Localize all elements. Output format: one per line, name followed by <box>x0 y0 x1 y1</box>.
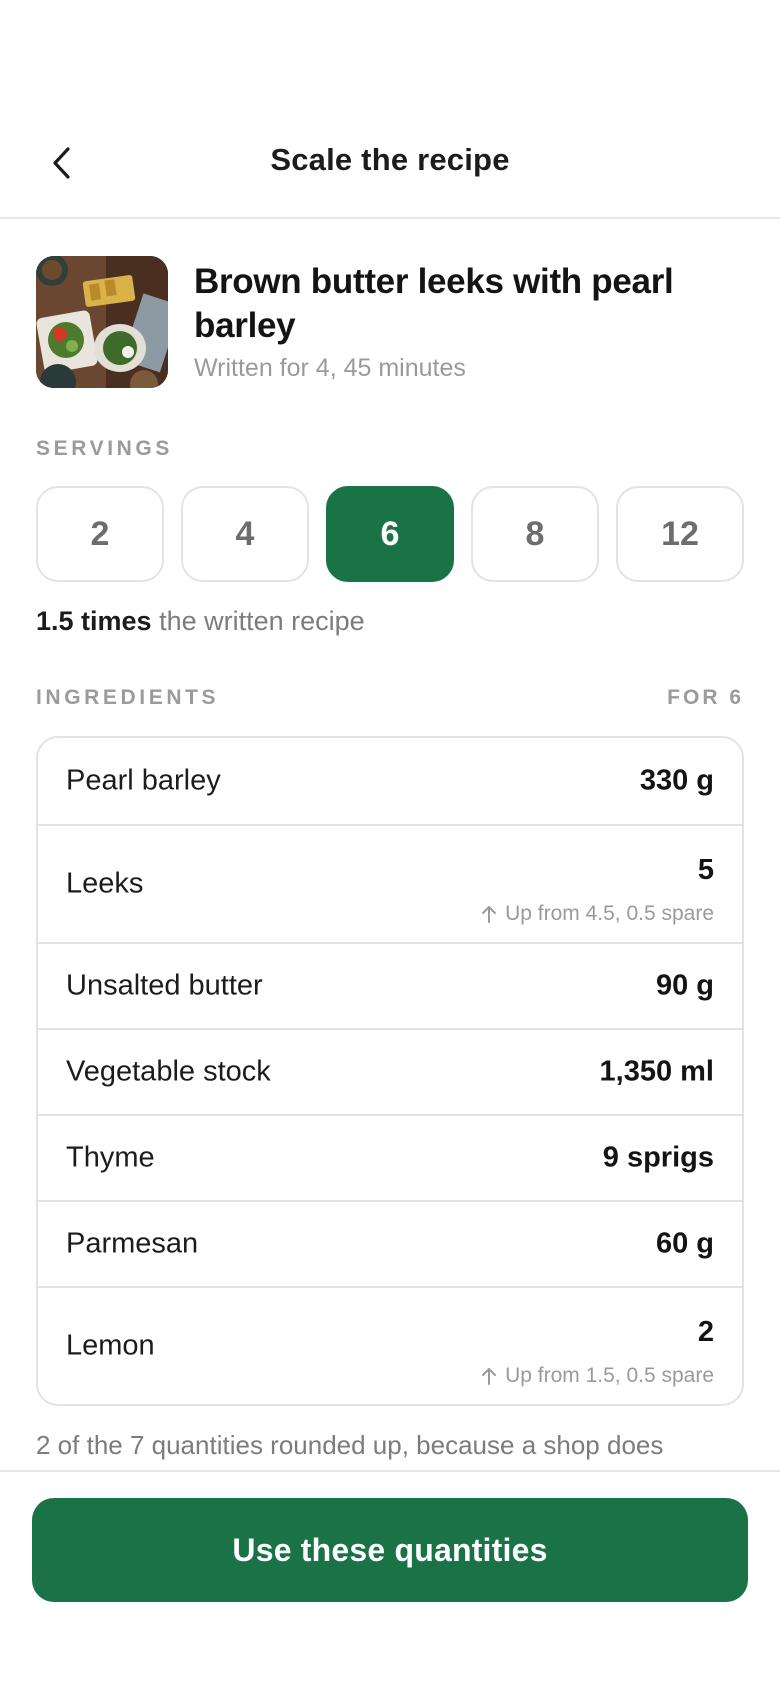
rounding-note: Up from 4.5, 0.5 spare <box>481 902 714 926</box>
bottom-action-bar: Use these quantities <box>0 1470 780 1688</box>
recipe-thumbnail <box>36 256 168 388</box>
ingredients-servings-label: FOR 6 <box>667 686 744 709</box>
servings-selector: 2 4 6 8 12 <box>36 486 744 582</box>
ingredients-list: Pearl barley 330 g Leeks 5 Up from 4.5, … <box>36 736 744 1406</box>
ingredient-row: Leeks 5 Up from 4.5, 0.5 spare <box>38 824 742 942</box>
servings-option-4[interactable]: 4 <box>181 486 309 582</box>
arrow-up-icon <box>482 1368 497 1385</box>
ingredient-quantity: 90 g <box>655 969 714 1002</box>
scale-factor-text: 1.5 times the written recipe <box>36 606 365 637</box>
ingredient-quantity: 330 g <box>639 764 714 797</box>
recipe-summary: Brown butter leeks with pearl barley Wri… <box>36 256 744 388</box>
rounding-footnote: 2 of the 7 quantities rounded up, becaus… <box>36 1430 664 1460</box>
scale-factor: 1.5 times <box>36 606 152 636</box>
arrow-up-icon <box>482 906 497 923</box>
ingredient-name: Parmesan <box>66 1227 199 1260</box>
ingredient-quantity: 1,350 ml <box>599 1055 714 1088</box>
ingredient-name: Leeks <box>66 867 144 900</box>
ingredient-name: Vegetable stock <box>66 1055 271 1088</box>
ingredient-row: Unsalted butter 90 g <box>38 942 742 1028</box>
ingredients-label: INGREDIENTS <box>36 686 220 709</box>
ingredient-quantity: 5 <box>697 854 714 886</box>
ingredient-name: Lemon <box>66 1329 155 1362</box>
ingredient-row: Lemon 2 Up from 1.5, 0.5 spare <box>38 1286 742 1404</box>
rounding-note-text: Up from 1.5, 0.5 spare <box>505 1364 714 1387</box>
page-title: Scale the recipe <box>270 142 510 177</box>
ingredient-name: Unsalted butter <box>66 969 263 1002</box>
recipe-title: Brown butter leeks with pearl barley <box>194 262 674 345</box>
servings-option-12[interactable]: 12 <box>616 486 744 582</box>
ingredient-quantity: 9 sprigs <box>602 1141 714 1174</box>
scale-factor-suffix: the written recipe <box>151 606 365 636</box>
top-bar: Scale the recipe <box>0 0 780 219</box>
ingredient-row: Pearl barley 330 g <box>38 738 742 824</box>
ingredient-row: Parmesan 60 g <box>38 1200 742 1286</box>
ingredient-name: Pearl barley <box>66 764 221 797</box>
use-quantities-button[interactable]: Use these quantities <box>32 1498 748 1602</box>
servings-option-8[interactable]: 8 <box>471 486 599 582</box>
ingredient-row: Thyme 9 sprigs <box>38 1114 742 1200</box>
ingredient-quantity: 60 g <box>655 1227 714 1260</box>
servings-option-2[interactable]: 2 <box>36 486 164 582</box>
rounding-note-text: Up from 4.5, 0.5 spare <box>505 902 714 925</box>
servings-option-6-selected[interactable]: 6 <box>326 486 454 582</box>
recipe-meta: Written for 4, 45 minutes <box>194 354 466 382</box>
ingredient-name: Thyme <box>66 1141 155 1174</box>
rounding-note: Up from 1.5, 0.5 spare <box>481 1364 714 1388</box>
ingredient-quantity: 2 <box>697 1316 714 1348</box>
ingredient-row: Vegetable stock 1,350 ml <box>38 1028 742 1114</box>
servings-label: SERVINGS <box>36 437 173 460</box>
